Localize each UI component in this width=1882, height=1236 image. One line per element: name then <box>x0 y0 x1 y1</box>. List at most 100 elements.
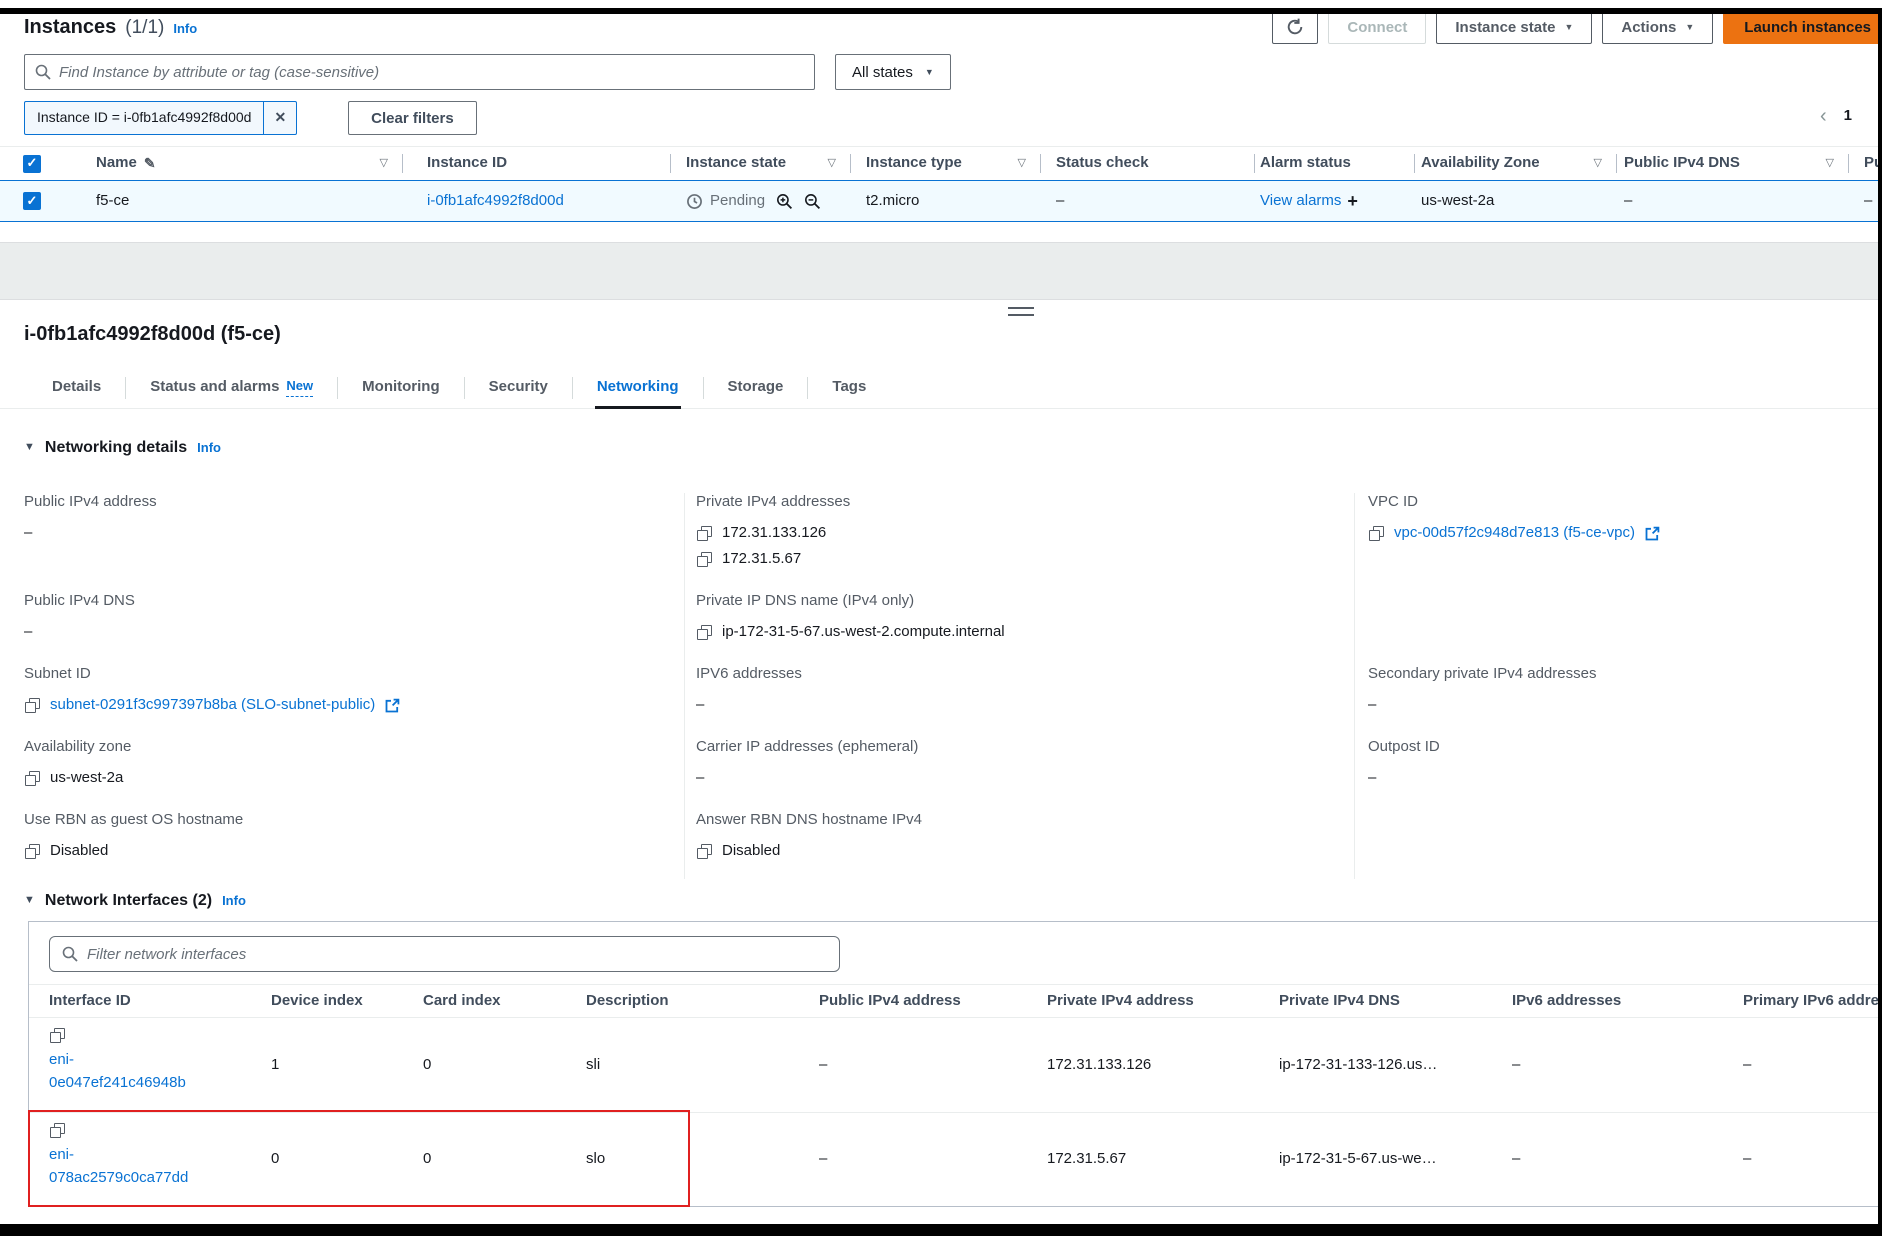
sort-icon[interactable]: ▽ <box>1594 157 1602 171</box>
subnet-link[interactable]: subnet-0291f3c997397b8ba (SLO-subnet-pub… <box>50 696 375 715</box>
column-header-availability-zone[interactable]: Availability Zone <box>1421 154 1540 173</box>
eni-table: Interface ID Device index Card index Des… <box>29 984 1882 1206</box>
vpc-link[interactable]: vpc-00d57f2c948d7e813 (f5-ce-vpc) <box>1394 524 1635 543</box>
window-right-border <box>1878 14 1882 1236</box>
eni-id-line2: 078ac2579c0ca77dd <box>49 1166 188 1189</box>
eni-filter-input[interactable] <box>87 946 827 963</box>
copy-icon[interactable] <box>24 697 41 714</box>
column-header-private-ipv4[interactable]: Private IPv4 address <box>1047 992 1194 1011</box>
copy-icon[interactable] <box>1368 525 1385 542</box>
connect-button[interactable]: Connect <box>1328 10 1426 44</box>
row-checkbox[interactable]: ✓ <box>23 192 41 210</box>
filter-similar-include-icon[interactable] <box>776 193 793 210</box>
sort-icon[interactable]: ▽ <box>828 157 836 171</box>
network-interfaces-card: Interface ID Device index Card index Des… <box>28 921 1882 1207</box>
clear-filters-button[interactable]: Clear filters <box>348 101 477 135</box>
tab-tags[interactable]: Tags <box>808 367 890 408</box>
tab-label: Networking <box>597 378 679 397</box>
filter-token-label: Instance ID = i-0fb1afc4992f8d00d <box>25 102 263 134</box>
view-alarms-link[interactable]: View alarms <box>1260 192 1341 211</box>
column-header-card-index[interactable]: Card index <box>423 992 501 1011</box>
external-link-icon[interactable] <box>384 698 400 714</box>
remove-filter-button[interactable]: ✕ <box>263 102 296 134</box>
copy-icon[interactable] <box>696 551 713 568</box>
column-header-status-check[interactable]: Status check <box>1056 154 1149 173</box>
column-header-description[interactable]: Description <box>586 992 669 1011</box>
pagination-prev-icon[interactable]: ‹ <box>1820 104 1827 129</box>
networking-details-info-link[interactable]: Info <box>197 440 221 456</box>
sort-icon[interactable]: ▽ <box>380 157 388 171</box>
tab-security[interactable]: Security <box>465 367 572 408</box>
column-header-instance-type[interactable]: Instance type <box>866 154 962 173</box>
column-header-public-ipv4[interactable]: Public IPv4 address <box>819 992 961 1011</box>
column-header-instance-id[interactable]: Instance ID <box>427 154 507 173</box>
network-interfaces-info-link[interactable]: Info <box>222 893 246 909</box>
tab-label: Details <box>52 378 101 397</box>
column-header-ipv6[interactable]: IPv6 addresses <box>1512 992 1621 1011</box>
tab-status-and-alarms[interactable]: Status and alarms New <box>126 367 337 408</box>
eni-filter[interactable] <box>49 936 840 972</box>
eni-id-line1: eni- <box>49 1048 186 1071</box>
search-icon <box>62 946 78 962</box>
collapse-triangle-icon[interactable]: ▼ <box>24 441 35 455</box>
new-badge: New <box>286 378 313 396</box>
edit-pencil-icon[interactable]: ✎ <box>144 155 156 173</box>
column-header-name[interactable]: Name <box>96 154 137 173</box>
availability-zone-value: us-west-2a <box>1421 192 1494 211</box>
copy-icon[interactable] <box>24 770 41 787</box>
actions-button[interactable]: Actions ▼ <box>1602 10 1713 44</box>
tab-storage[interactable]: Storage <box>704 367 808 408</box>
instance-name: f5-ce <box>96 192 129 211</box>
field-value: Disabled <box>722 842 780 861</box>
column-header-alarm-status[interactable]: Alarm status <box>1260 154 1351 173</box>
column-header-primary-ipv6[interactable]: Primary IPv6 address <box>1743 992 1882 1011</box>
instance-state-button[interactable]: Instance state ▼ <box>1436 10 1592 44</box>
field-value: – <box>1368 769 1376 788</box>
instance-row[interactable]: ✓ f5-ce i-0fb1afc4992f8d00d Pending t2.m… <box>0 180 1882 222</box>
private-ipv4-value: 172.31.5.67 <box>1047 1150 1126 1169</box>
public-ipv4-value: – <box>819 1056 827 1075</box>
select-all-checkbox[interactable]: ✓ <box>23 155 41 173</box>
column-header-public-ipv4-dns[interactable]: Public IPv4 DNS <box>1624 154 1740 173</box>
refresh-button[interactable] <box>1272 10 1318 44</box>
search-input[interactable] <box>59 64 804 81</box>
page-title: Instances <box>24 15 116 40</box>
networking-details-grid: Public IPv4 address – Public IPv4 DNS – … <box>24 493 1858 879</box>
copy-icon[interactable] <box>24 843 41 860</box>
column-header-device-index[interactable]: Device index <box>271 992 363 1011</box>
add-alarm-plus-icon[interactable]: + <box>1347 190 1358 213</box>
eni-id-link[interactable]: eni- 0e047ef241c46948b <box>49 1048 186 1094</box>
copy-icon[interactable] <box>49 1122 66 1139</box>
instances-info-link[interactable]: Info <box>173 21 197 37</box>
sort-icon[interactable]: ▽ <box>1826 157 1834 171</box>
instance-id-link[interactable]: i-0fb1afc4992f8d00d <box>427 192 564 211</box>
state-filter-select[interactable]: All states ▼ <box>835 54 951 90</box>
eni-row-slo[interactable]: eni- 078ac2579c0ca77dd 0 0 slo – 172.31.… <box>29 1112 1882 1206</box>
split-panel-bar <box>0 300 1882 322</box>
column-header-instance-state[interactable]: Instance state <box>686 154 786 173</box>
eni-row-sli[interactable]: eni- 0e047ef241c46948b 1 0 sli – 172.31.… <box>29 1018 1882 1112</box>
detail-title: i-0fb1afc4992f8d00d (f5-ce) <box>24 322 1858 347</box>
instance-count: (1/1) <box>125 16 164 40</box>
column-header-interface-id[interactable]: Interface ID <box>49 992 131 1011</box>
field-value: – <box>696 769 704 788</box>
copy-icon[interactable] <box>696 624 713 641</box>
tab-networking[interactable]: Networking <box>573 367 703 408</box>
tab-monitoring[interactable]: Monitoring <box>338 367 463 408</box>
filter-similar-exclude-icon[interactable] <box>804 193 821 210</box>
copy-icon[interactable] <box>49 1027 66 1044</box>
pagination-page-1[interactable]: 1 <box>1844 107 1852 126</box>
column-header-private-ipv4-dns[interactable]: Private IPv4 DNS <box>1279 992 1400 1011</box>
sort-icon[interactable]: ▽ <box>1018 157 1026 171</box>
split-drag-handle-icon[interactable] <box>1008 307 1034 316</box>
collapse-triangle-icon[interactable]: ▼ <box>24 894 35 908</box>
launch-instances-button[interactable]: Launch instances <box>1723 10 1882 44</box>
tab-details[interactable]: Details <box>24 367 125 408</box>
external-link-icon[interactable] <box>1644 526 1660 542</box>
copy-icon[interactable] <box>696 525 713 542</box>
copy-icon[interactable] <box>696 843 713 860</box>
split-panel-gap <box>0 242 1882 300</box>
field-label: Private IP DNS name (IPv4 only) <box>696 592 1354 611</box>
instance-search[interactable] <box>24 54 815 90</box>
eni-id-link[interactable]: eni- 078ac2579c0ca77dd <box>49 1143 188 1189</box>
